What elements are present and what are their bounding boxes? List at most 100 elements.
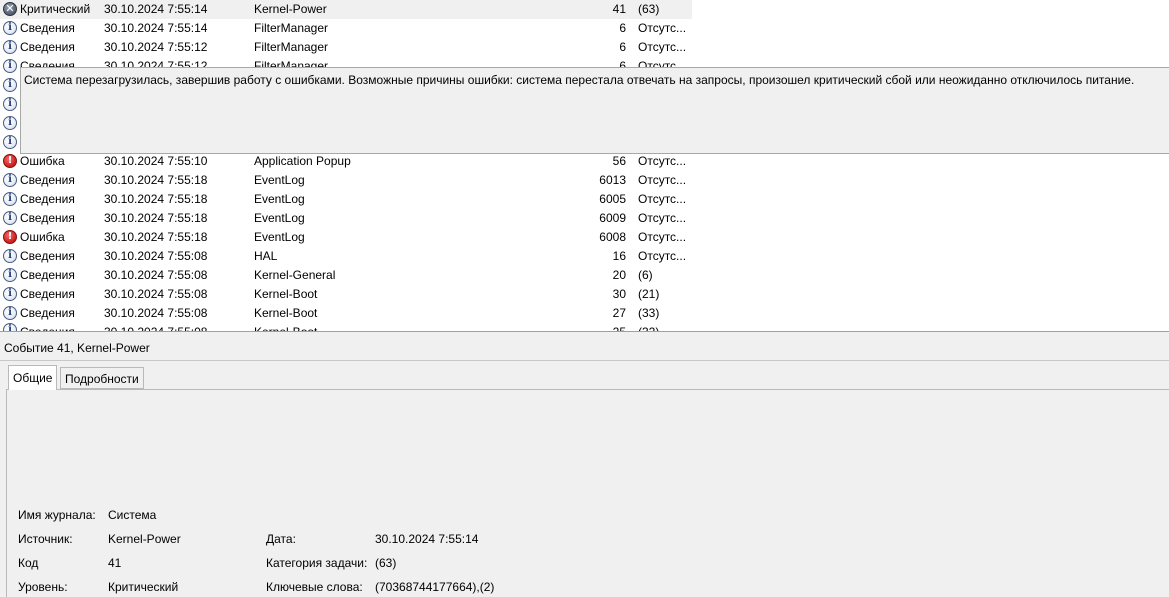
event-row[interactable]: i Сведения 30.10.2024 7:55:14 FilterManager… (0, 19, 692, 38)
task-category-value[interactable]: (63) (375, 555, 396, 571)
event-id: 6 (619, 21, 626, 35)
event-level: Сведения (20, 287, 75, 301)
event-level: Сведения (20, 40, 75, 54)
event-id: 56 (612, 154, 626, 168)
tab-general[interactable]: Общие (8, 365, 58, 390)
event-row[interactable]: i Сведения 30.10.2024 7:55:18 EventLog 6013 О… (0, 171, 692, 190)
event-task-category: (33) (638, 306, 660, 320)
event-source: EventLog (254, 173, 305, 187)
event-row[interactable]: i Сведения 30.10.2024 7:55:18 EventLog 6009 О… (0, 209, 692, 228)
date-label: Дата: (266, 532, 296, 546)
info-icon: i (3, 21, 17, 35)
info-icon: i (3, 116, 17, 130)
event-task-category: Отсутс... (638, 173, 687, 187)
info-icon: i (3, 192, 17, 206)
level-value[interactable]: Критический (108, 579, 178, 595)
code-label: Код (18, 556, 39, 570)
event-id: 6009 (599, 211, 626, 225)
event-task-category: Отсутс... (638, 230, 687, 244)
event-datetime: 30.10.2024 7:55:08 (104, 287, 208, 301)
info-icon: i (3, 40, 17, 54)
event-id: 41 (612, 2, 626, 16)
info-icon: i (3, 135, 17, 149)
event-id: 6005 (599, 192, 626, 206)
event-id: 6008 (599, 230, 626, 244)
event-row[interactable]: ! Ошибка 30.10.2024 7:55:10 Application Pop… (0, 152, 692, 171)
event-id: 20 (612, 268, 626, 282)
event-level: Сведения (20, 323, 75, 331)
event-task-category: Отсутс... (638, 192, 687, 206)
info-icon: i (3, 173, 17, 187)
event-datetime: 30.10.2024 7:55:14 (104, 2, 208, 16)
event-task-category: Отсутс... (638, 21, 687, 35)
task-category-label: Категория задачи: (266, 556, 368, 570)
info-icon: i (3, 249, 17, 263)
event-task-category: (6) (638, 268, 653, 282)
event-task-category: (32) (638, 323, 659, 331)
event-source: Kernel-Power (254, 2, 327, 16)
keywords-value[interactable]: (70368744177664),(2) (375, 579, 494, 595)
event-row[interactable]: i Сведения 30.10.2024 7:55:18 EventLog 6005 О… (0, 190, 692, 209)
event-list[interactable]: ✕ Критический 30.10.2024 7:55:14 Kernel-Pow… (0, 0, 1169, 331)
event-task-category: Отсутс... (638, 211, 687, 225)
event-source: EventLog (254, 192, 305, 206)
event-id: 30 (612, 287, 626, 301)
event-level: Сведения (20, 173, 75, 187)
code-value[interactable]: 41 (108, 555, 121, 571)
event-level: Сведения (20, 268, 75, 282)
event-datetime: 30.10.2024 7:55:18 (104, 192, 208, 206)
event-row[interactable]: i Сведения 30.10.2024 7:55:08 Kernel-Boot 30… (0, 285, 692, 304)
event-row[interactable]: i Сведения 30.10.2024 7:55:08 Kernel-Boot 27… (0, 304, 692, 323)
info-icon: i (3, 306, 17, 320)
info-icon: i (3, 78, 17, 92)
keywords-label: Ключевые слова: (266, 580, 363, 594)
event-datetime: 30.10.2024 7:55:08 (104, 249, 208, 263)
info-icon: i (3, 59, 17, 73)
event-row[interactable]: i Сведения 30.10.2024 7:55:12 FilterManager… (0, 38, 692, 57)
info-icon: i (3, 287, 17, 301)
event-datetime: 30.10.2024 7:55:08 (104, 268, 208, 282)
event-source: FilterManager (254, 40, 329, 54)
event-description[interactable]: Система перезагрузилась, завершив работу… (20, 67, 1169, 154)
event-id: 6 (619, 40, 626, 54)
log-name-label: Имя журнала: (18, 508, 96, 522)
event-source: EventLog (254, 211, 305, 225)
event-level: Сведения (20, 192, 75, 206)
event-level: Ошибка (20, 154, 65, 168)
event-datetime: 30.10.2024 7:55:12 (104, 40, 208, 54)
event-source: FilterManager (254, 21, 329, 35)
tab-content (6, 389, 1169, 597)
log-name-value[interactable]: Система (108, 507, 156, 523)
event-level: Сведения (20, 306, 75, 320)
event-level: Критический (20, 2, 91, 16)
source-value[interactable]: Kernel-Power (108, 531, 181, 547)
event-task-category: Отсутс... (638, 154, 687, 168)
details-title: Событие 41, Kernel-Power (4, 341, 150, 355)
event-source: EventLog (254, 230, 305, 244)
event-row[interactable]: i Сведения 30.10.2024 7:55:08 HAL 16 Отсутс..… (0, 247, 692, 266)
info-icon: i (3, 268, 17, 282)
event-datetime: 30.10.2024 7:55:18 (104, 230, 208, 244)
event-level: Сведения (20, 211, 75, 225)
event-datetime: 30.10.2024 7:55:18 (104, 173, 208, 187)
info-icon: i (3, 211, 17, 225)
event-datetime: 30.10.2024 7:55:14 (104, 21, 208, 35)
critical-icon: ✕ (3, 2, 17, 16)
error-icon: ! (3, 154, 17, 168)
source-label: Источник: (18, 532, 73, 546)
event-level: Сведения (20, 249, 75, 263)
event-id: 6013 (599, 173, 626, 187)
event-source: HAL (254, 249, 278, 263)
event-datetime: 30.10.2024 7:55:08 (104, 323, 207, 331)
event-source: Kernel-Boot (254, 306, 318, 320)
event-row[interactable]: ✕ Критический 30.10.2024 7:55:14 Kernel-Pow… (0, 0, 692, 19)
date-value[interactable]: 30.10.2024 7:55:14 (375, 531, 478, 547)
event-row[interactable]: ! Ошибка 30.10.2024 7:55:18 EventLog 6008 Отс… (0, 228, 692, 247)
event-source: Kernel-Boot (254, 323, 317, 331)
event-task-category: (21) (638, 287, 660, 301)
event-row[interactable]: i Сведения 30.10.2024 7:55:08 Kernel-Genera… (0, 266, 692, 285)
event-source: Kernel-Boot (254, 287, 318, 301)
tab-details[interactable]: Подробности (60, 367, 144, 389)
event-row[interactable]: iСведения 30.10.2024 7:55:08 Kernel-Boot 25… (0, 323, 692, 331)
event-id: 27 (612, 306, 626, 320)
